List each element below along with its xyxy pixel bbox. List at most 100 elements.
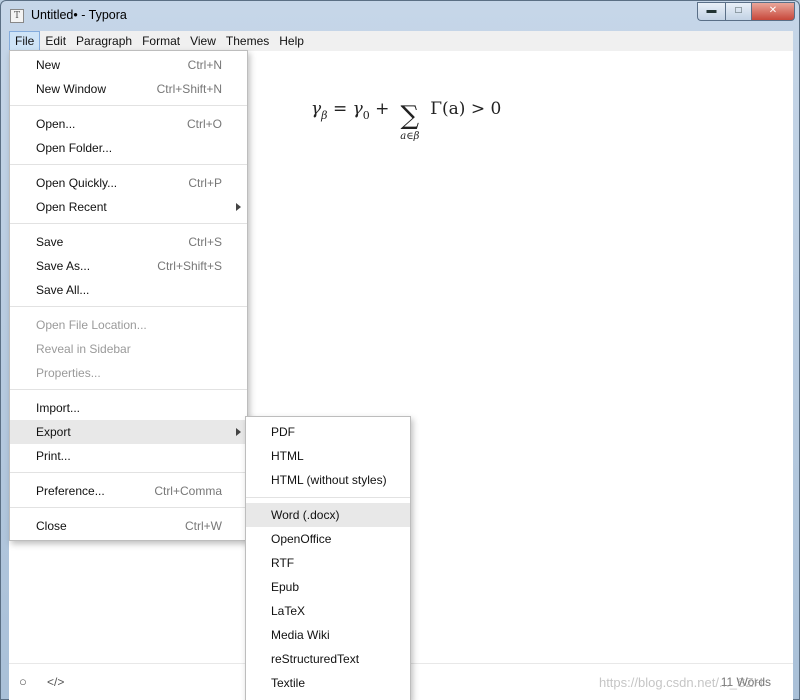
submenu-arrow-icon (236, 203, 241, 211)
maximize-button[interactable]: □ (725, 2, 751, 21)
menu-item-reveal-in-sidebar: Reveal in Sidebar (10, 337, 247, 361)
menu-item-label: Export (36, 425, 71, 439)
formula-term1-sub: 0 (362, 109, 370, 122)
menu-item-open-recent[interactable]: Open Recent (10, 195, 247, 219)
app-window: T Untitled• - Typora ▬ □ ✕ File Edit Par… (0, 0, 800, 700)
outline-toggle-icon[interactable]: ○ (19, 674, 27, 689)
menu-item-save-as[interactable]: Save As... Ctrl+Shift+S (10, 254, 247, 278)
menu-separator (246, 497, 410, 498)
menu-item-label: OpenOffice (271, 532, 332, 546)
menu-edit[interactable]: Edit (40, 31, 71, 51)
menu-item-shortcut: Ctrl+Comma (154, 484, 222, 498)
menu-item-save-all[interactable]: Save All... (10, 278, 247, 302)
menu-help[interactable]: Help (274, 31, 309, 51)
menu-separator (10, 105, 247, 106)
sum-symbol: ∑ (400, 101, 420, 131)
menu-item-label: Save (36, 235, 64, 249)
export-restructuredtext[interactable]: reStructuredText (246, 647, 410, 671)
source-code-mode-icon[interactable]: </> (47, 675, 64, 689)
menu-item-label: HTML (without styles) (271, 473, 387, 487)
formula-equals: = (332, 99, 348, 119)
menu-item-open[interactable]: Open... Ctrl+O (10, 112, 247, 136)
menu-bar: File Edit Paragraph Format View Themes H… (9, 31, 793, 51)
menu-themes[interactable]: Themes (221, 31, 274, 51)
export-word-docx[interactable]: Word (.docx) (246, 503, 410, 527)
menu-item-label: Reveal in Sidebar (36, 342, 131, 356)
menu-item-label: Word (.docx) (271, 508, 340, 522)
menu-item-label: Epub (271, 580, 300, 594)
menu-item-label: New Window (36, 82, 107, 96)
menu-item-label: Properties... (36, 366, 101, 380)
menu-separator (10, 472, 247, 473)
menu-item-label: Import... (36, 401, 81, 415)
formula-lhs: γ (311, 99, 322, 119)
export-submenu: PDF HTML HTML (without styles) Word (.do… (245, 416, 411, 700)
caption-buttons: ▬ □ ✕ (697, 2, 795, 22)
formula-body: Γ(a) > 0 (430, 99, 502, 119)
menu-item-label: Close (36, 519, 67, 533)
menu-item-new-window[interactable]: New Window Ctrl+Shift+N (10, 77, 247, 101)
export-pdf[interactable]: PDF (246, 420, 410, 444)
menu-item-open-quickly[interactable]: Open Quickly... Ctrl+P (10, 171, 247, 195)
export-epub[interactable]: Epub (246, 575, 410, 599)
export-html-without-styles[interactable]: HTML (without styles) (246, 468, 410, 492)
menu-item-label: Save All... (36, 283, 90, 297)
menu-item-save[interactable]: Save Ctrl+S (10, 230, 247, 254)
menu-item-label: reStructuredText (271, 652, 360, 666)
menu-item-label: Textile (271, 676, 306, 690)
menu-item-shortcut: Ctrl+O (186, 117, 222, 131)
menu-separator (10, 164, 247, 165)
menu-view[interactable]: View (185, 31, 221, 51)
menu-paragraph[interactable]: Paragraph (71, 31, 137, 51)
menu-file[interactable]: File (9, 31, 41, 51)
watermark-text: https://blog.csdn.net/..._SZH (598, 675, 763, 690)
minimize-button[interactable]: ▬ (697, 2, 725, 21)
formula-sum: ∑ a∈β (395, 101, 425, 142)
menu-item-shortcut: Ctrl+N (187, 58, 222, 72)
menu-item-shortcut: Ctrl+Shift+S (157, 259, 222, 273)
menu-item-shortcut: Ctrl+Shift+N (156, 82, 222, 96)
menu-item-shortcut: Ctrl+S (188, 235, 222, 249)
file-menu-dropdown: New Ctrl+N New Window Ctrl+Shift+N Open.… (9, 50, 248, 541)
export-html[interactable]: HTML (246, 444, 410, 468)
export-media-wiki[interactable]: Media Wiki (246, 623, 410, 647)
menu-item-label: Open Recent (36, 200, 107, 214)
menu-item-preference[interactable]: Preference... Ctrl+Comma (10, 479, 247, 503)
menu-item-close[interactable]: Close Ctrl+W (10, 514, 247, 538)
menu-item-print[interactable]: Print... (10, 444, 247, 468)
menu-item-label: LaTeX (271, 604, 306, 618)
menu-item-properties: Properties... (10, 361, 247, 385)
menu-item-label: RTF (271, 556, 295, 570)
formula-lhs-sub: β (321, 109, 328, 122)
menu-item-label: Save As... (36, 259, 91, 273)
menu-item-open-folder[interactable]: Open Folder... (10, 136, 247, 160)
menu-format[interactable]: Format (137, 31, 185, 51)
menu-item-label: Media Wiki (271, 628, 330, 642)
menu-item-new[interactable]: New Ctrl+N (10, 53, 247, 77)
menu-item-label: PDF (271, 425, 295, 439)
menu-separator (10, 306, 247, 307)
menu-item-label: HTML (271, 449, 304, 463)
menu-item-open-file-location: Open File Location... (10, 313, 247, 337)
menu-item-import[interactable]: Import... (10, 396, 247, 420)
formula-plus: + (375, 99, 390, 119)
export-textile[interactable]: Textile (246, 671, 410, 695)
export-openoffice[interactable]: OpenOffice (246, 527, 410, 551)
menu-separator (10, 389, 247, 390)
title-bar[interactable]: T Untitled• - Typora ▬ □ ✕ (1, 1, 800, 31)
menu-item-label: Print... (36, 449, 71, 463)
close-button[interactable]: ✕ (751, 2, 795, 21)
export-latex[interactable]: LaTeX (246, 599, 410, 623)
math-formula[interactable]: γβ = γ0 + ∑ a∈β Γ(a) > 0 (311, 99, 502, 142)
export-rtf[interactable]: RTF (246, 551, 410, 575)
menu-item-label: Open Folder... (36, 141, 113, 155)
menu-separator (10, 507, 247, 508)
typora-app-icon: T (10, 9, 24, 23)
menu-item-export[interactable]: Export (10, 420, 247, 444)
window-title: Untitled• - Typora (31, 8, 127, 22)
menu-item-label: Open... (36, 117, 76, 131)
menu-item-label: Open File Location... (36, 318, 147, 332)
sum-subscript: a∈β (400, 131, 420, 142)
menu-item-label: Preference... (36, 484, 105, 498)
submenu-arrow-icon (236, 428, 241, 436)
